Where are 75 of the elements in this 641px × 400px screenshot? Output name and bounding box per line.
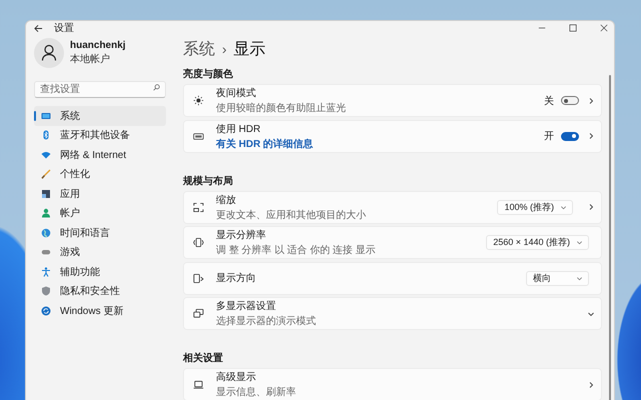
setting-card[interactable]: 显示方向 横向 bbox=[183, 262, 602, 294]
setting-title: 显示分辨率 bbox=[216, 228, 267, 242]
toggle-state-label: 关 bbox=[544, 94, 554, 108]
scrollbar[interactable] bbox=[609, 75, 611, 400]
hdr-icon bbox=[193, 130, 204, 142]
wifi-icon bbox=[41, 150, 51, 160]
sidebar-item[interactable]: 游戏 bbox=[34, 242, 166, 262]
orientation-icon bbox=[193, 272, 204, 284]
multi-icon bbox=[193, 308, 204, 319]
sidebar-item[interactable]: 网络 & Internet bbox=[34, 145, 166, 164]
setting-description: 选择显示器的演示模式 bbox=[216, 314, 317, 328]
globe-icon bbox=[41, 228, 51, 238]
brush-icon bbox=[41, 169, 51, 180]
sun-icon bbox=[193, 95, 204, 106]
dropdown[interactable]: 2560 × 1440 (推荐) bbox=[486, 235, 589, 250]
dropdown[interactable]: 横向 bbox=[526, 270, 589, 286]
setting-title: 使用 HDR bbox=[216, 122, 262, 136]
resolution-icon bbox=[193, 237, 204, 248]
person-icon bbox=[41, 208, 51, 218]
close-icon[interactable] bbox=[600, 24, 608, 32]
search-field[interactable]: 查找设置 bbox=[34, 81, 166, 98]
setting-description: 显示信息、刷新率 bbox=[216, 386, 297, 399]
setting-description: 使用较暗的颜色有助阻止蓝光 bbox=[216, 102, 347, 115]
sidebar-item[interactable]: 个性化 bbox=[34, 164, 166, 184]
setting-card[interactable]: 显示分辨率 调 整 分辨率 以 适合 你的 连接 显示 2560 × 1440 (推荐) bbox=[183, 226, 602, 259]
back-arrow-icon[interactable] bbox=[34, 24, 43, 32]
account-type: 本地帐户 bbox=[70, 52, 111, 66]
monitor-icon bbox=[41, 110, 51, 121]
section-heading: 规模与布局 bbox=[183, 174, 234, 188]
section-heading: 相关设置 bbox=[183, 352, 224, 365]
laptop-icon bbox=[193, 379, 204, 390]
setting-card[interactable]: 多显示器设置 选择显示器的演示模式 bbox=[183, 297, 602, 330]
accessibility-icon bbox=[41, 266, 51, 277]
sidebar-item[interactable]: 辅助功能 bbox=[34, 262, 166, 282]
dropdown[interactable]: 100% (推荐) bbox=[497, 200, 573, 214]
caret-icon bbox=[576, 239, 583, 246]
setting-card[interactable]: 使用 HDR 有关 HDR 的详细信息 开 bbox=[183, 120, 602, 152]
sidebar-item[interactable]: 蓝牙和其他设备 bbox=[34, 126, 166, 145]
setting-title: 夜间模式 bbox=[216, 86, 257, 100]
setting-title: 高级显示 bbox=[216, 370, 257, 384]
search-icon bbox=[153, 84, 160, 91]
breadcrumb-separator: › bbox=[222, 41, 227, 57]
shield-icon bbox=[41, 286, 51, 296]
setting-title: 缩放 bbox=[216, 194, 237, 206]
sidebar-item[interactable]: 隐私和安全性 bbox=[34, 282, 166, 301]
sidebar-item[interactable]: 系统 bbox=[34, 106, 166, 126]
setting-card[interactable]: 夜间模式 使用较暗的颜色有助阻止蓝光 关 bbox=[183, 84, 602, 117]
setting-title: 显示方向 bbox=[216, 272, 257, 285]
scale-icon bbox=[193, 202, 204, 212]
update-icon bbox=[41, 306, 51, 316]
user-name: huanchenkj bbox=[70, 40, 126, 51]
avatar-icon bbox=[34, 38, 64, 68]
apps-icon bbox=[41, 188, 51, 199]
toggle-switch[interactable] bbox=[561, 96, 579, 105]
sidebar-item[interactable]: Windows 更新 bbox=[34, 301, 166, 320]
gamepad-icon bbox=[41, 247, 51, 258]
caret-icon bbox=[560, 204, 567, 210]
window-title: 设置 bbox=[54, 22, 74, 35]
setting-card[interactable]: 高级显示 显示信息、刷新率 bbox=[183, 368, 602, 400]
setting-card[interactable]: 缩放 更改文本、应用和其他项目的大小 100% (推荐) bbox=[183, 190, 602, 224]
sidebar-item[interactable]: 时间和语言 bbox=[34, 223, 166, 242]
caret-icon bbox=[576, 274, 583, 282]
sidebar-item[interactable]: 帐户 bbox=[34, 204, 166, 223]
setting-description: 调 整 分辨率 以 适合 你的 连接 显示 bbox=[216, 244, 376, 257]
page-title: 显示 bbox=[234, 40, 266, 60]
details-link[interactable]: 有关 HDR 的详细信息 bbox=[216, 136, 544, 150]
section-heading: 亮度与颜色 bbox=[183, 67, 234, 81]
breadcrumb-parent[interactable]: 系统 bbox=[183, 38, 215, 60]
bluetooth-icon bbox=[41, 130, 51, 140]
setting-description: 更改文本、应用和其他项目的大小 bbox=[216, 208, 367, 222]
sidebar-item[interactable]: 应用 bbox=[34, 184, 166, 204]
maximize-icon[interactable] bbox=[569, 24, 577, 32]
toggle-switch[interactable] bbox=[561, 132, 579, 140]
setting-title: 多显示器设置 bbox=[216, 300, 277, 313]
toggle-state-label: 开 bbox=[544, 130, 554, 143]
